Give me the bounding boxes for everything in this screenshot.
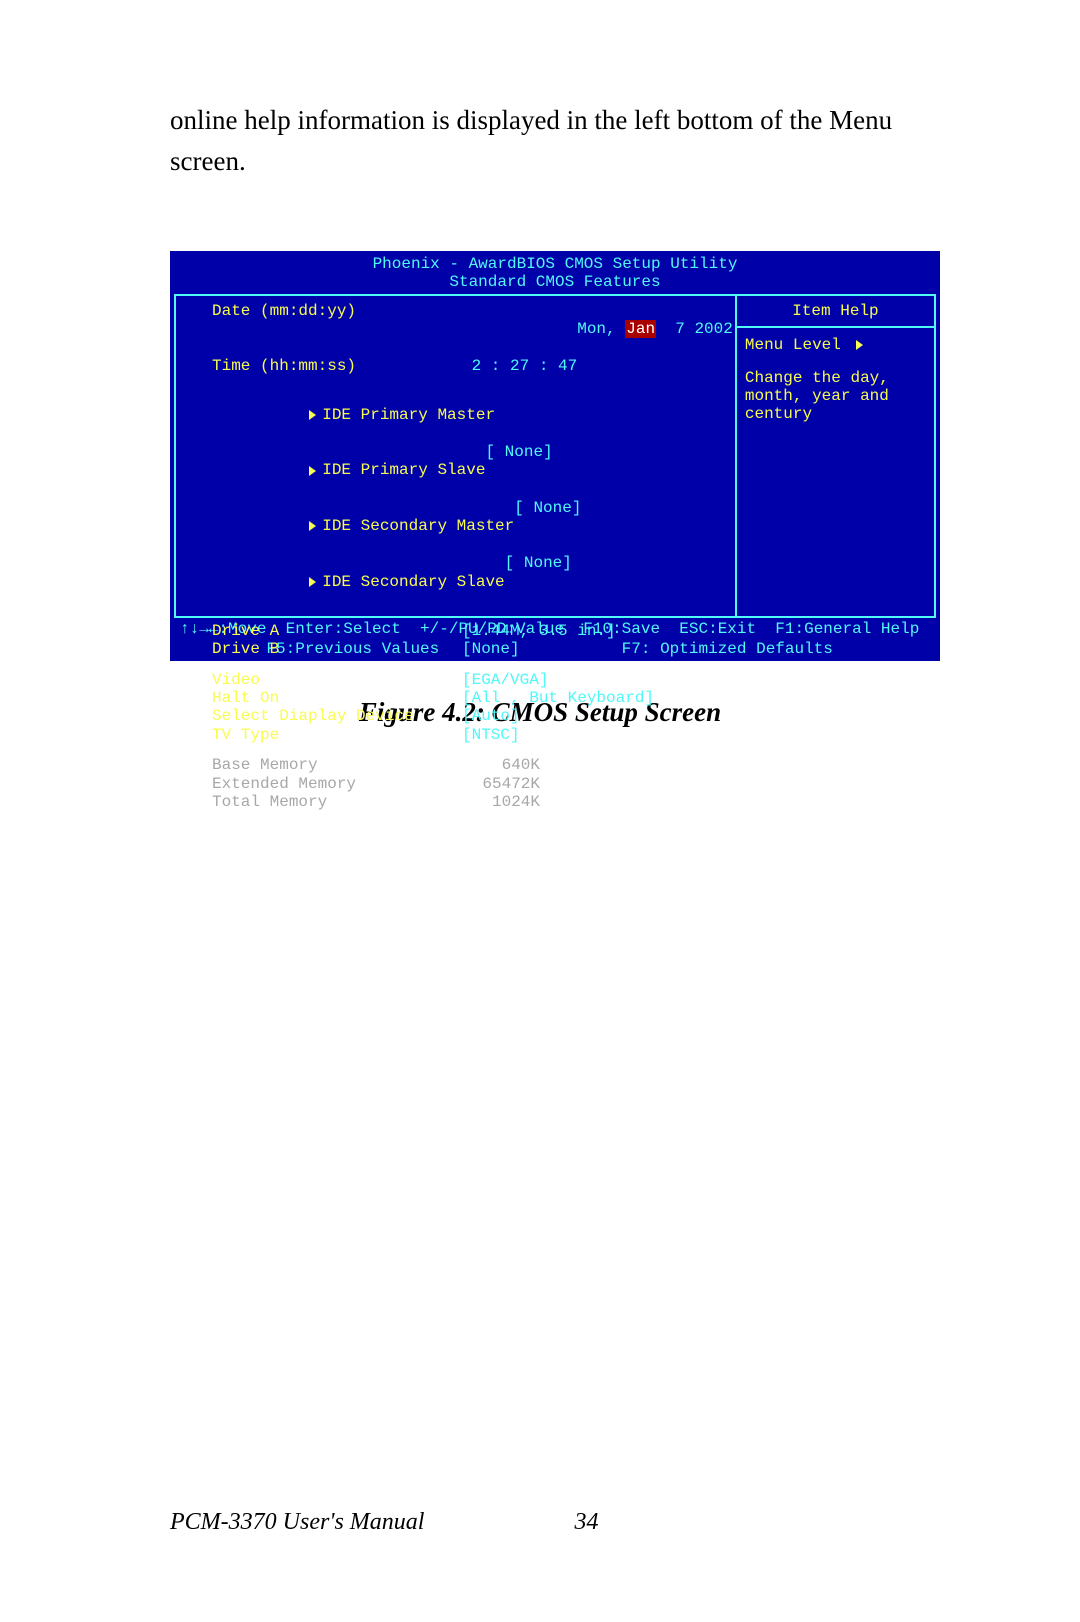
base-memory-row: Base Memory 640K [212,756,733,774]
page-number: 34 [424,1509,910,1536]
bios-left-pane: Date (mm:dd:yy) Mon, Jan 7 2002 Time (hh… [176,296,737,616]
drive-b-label: Drive B [212,640,462,658]
tv-type-label: TV Type [212,726,462,744]
help-body-text: Change the day, month, year and century [745,369,926,424]
spacer [194,659,733,671]
menu-level-label: Menu Level [745,336,841,354]
ide-sm-row[interactable]: IDE Secondary Master [ None] [194,499,733,555]
select-display-row[interactable]: Select Diaplay Device [Auto] [212,707,733,725]
date-row[interactable]: Date (mm:dd:yy) Mon, Jan 7 2002 [212,302,733,357]
drive-a-label: Drive A [212,622,462,640]
ide-ss-label: IDE Secondary Slave [322,573,504,591]
select-display-value: [Auto] [462,707,520,725]
time-label: Time (hh:mm:ss) [212,357,462,375]
video-label: Video [212,671,462,689]
ide-ss-value: [ None] [505,554,572,610]
halton-label: Halt On [212,689,462,707]
video-row[interactable]: Video [EGA/VGA] [212,671,733,689]
ide-sm-label: IDE Secondary Master [322,517,514,535]
total-memory-row: Total Memory 1024K [212,793,733,811]
drive-b-value: [None] [462,640,520,658]
ide-ps-row[interactable]: IDE Primary Slave [ None] [194,443,733,499]
extended-memory-value: 65472K [462,775,540,793]
chevron-right-icon [856,340,863,350]
video-value: [EGA/VGA] [462,671,548,689]
base-memory-value: 640K [462,756,540,774]
date-month-highlight: Jan [625,320,656,338]
chevron-right-icon [309,577,316,587]
halton-value: [All , But Keyboard] [462,689,654,707]
bios-screenshot: Phoenix - AwardBIOS CMOS Setup Utility S… [170,251,940,661]
page-footer: PCM-3370 User's Manual 34 [170,1509,910,1536]
date-rest: 7 2002 [656,320,733,338]
menu-level-line: Menu Level [745,336,926,354]
bios-title-line2: Standard CMOS Features [174,273,936,291]
bios-frame: Date (mm:dd:yy) Mon, Jan 7 2002 Time (hh… [174,294,936,618]
drive-a-row[interactable]: Drive A [1.44M, 3.5 in.] [212,622,733,640]
extended-memory-row: Extended Memory 65472K [212,775,733,793]
time-row[interactable]: Time (hh:mm:ss) 2 : 27 : 47 [212,357,733,375]
date-dow: Mon, [577,320,625,338]
tv-type-value: [NTSC] [462,726,520,744]
ide-pm-label: IDE Primary Master [322,406,495,424]
total-memory-value: 1024K [462,793,540,811]
page: online help information is displayed in … [0,0,1080,1622]
extended-memory-label: Extended Memory [212,775,462,793]
date-label: Date (mm:dd:yy) [212,302,462,357]
halton-row[interactable]: Halt On [All , But Keyboard] [212,689,733,707]
chevron-right-icon [309,410,316,420]
bios-title-line1: Phoenix - AwardBIOS CMOS Setup Utility [174,255,936,273]
ide-pm-row[interactable]: IDE Primary Master [194,387,733,443]
total-memory-label: Total Memory [212,793,462,811]
ide-ss-row[interactable]: IDE Secondary Slave [ None] [194,554,733,610]
bios-help-pane: Item Help Menu Level Change the day, mon… [737,296,934,616]
spacer [194,610,733,622]
tv-type-row[interactable]: TV Type [NTSC] [212,726,733,744]
manual-name: PCM-3370 User's Manual [170,1509,424,1536]
time-value: 2 : 27 : 47 [462,357,577,375]
intro-paragraph: online help information is displayed in … [170,100,910,181]
select-display-label: Select Diaplay Device [212,707,462,725]
drive-b-row[interactable]: Drive B [None] [212,640,733,658]
spacer [194,744,733,756]
drive-a-value: [1.44M, 3.5 in.] [462,622,616,640]
chevron-right-icon [309,521,316,531]
base-memory-label: Base Memory [212,756,462,774]
ide-ps-label: IDE Primary Slave [322,461,485,479]
help-divider [737,326,934,328]
ide-ps-value: [ None] [485,443,552,499]
item-help-title: Item Help [745,302,926,320]
ide-sm-value: [ None] [514,499,581,555]
spacer [194,375,733,387]
chevron-right-icon [309,466,316,476]
spacer [745,355,926,369]
